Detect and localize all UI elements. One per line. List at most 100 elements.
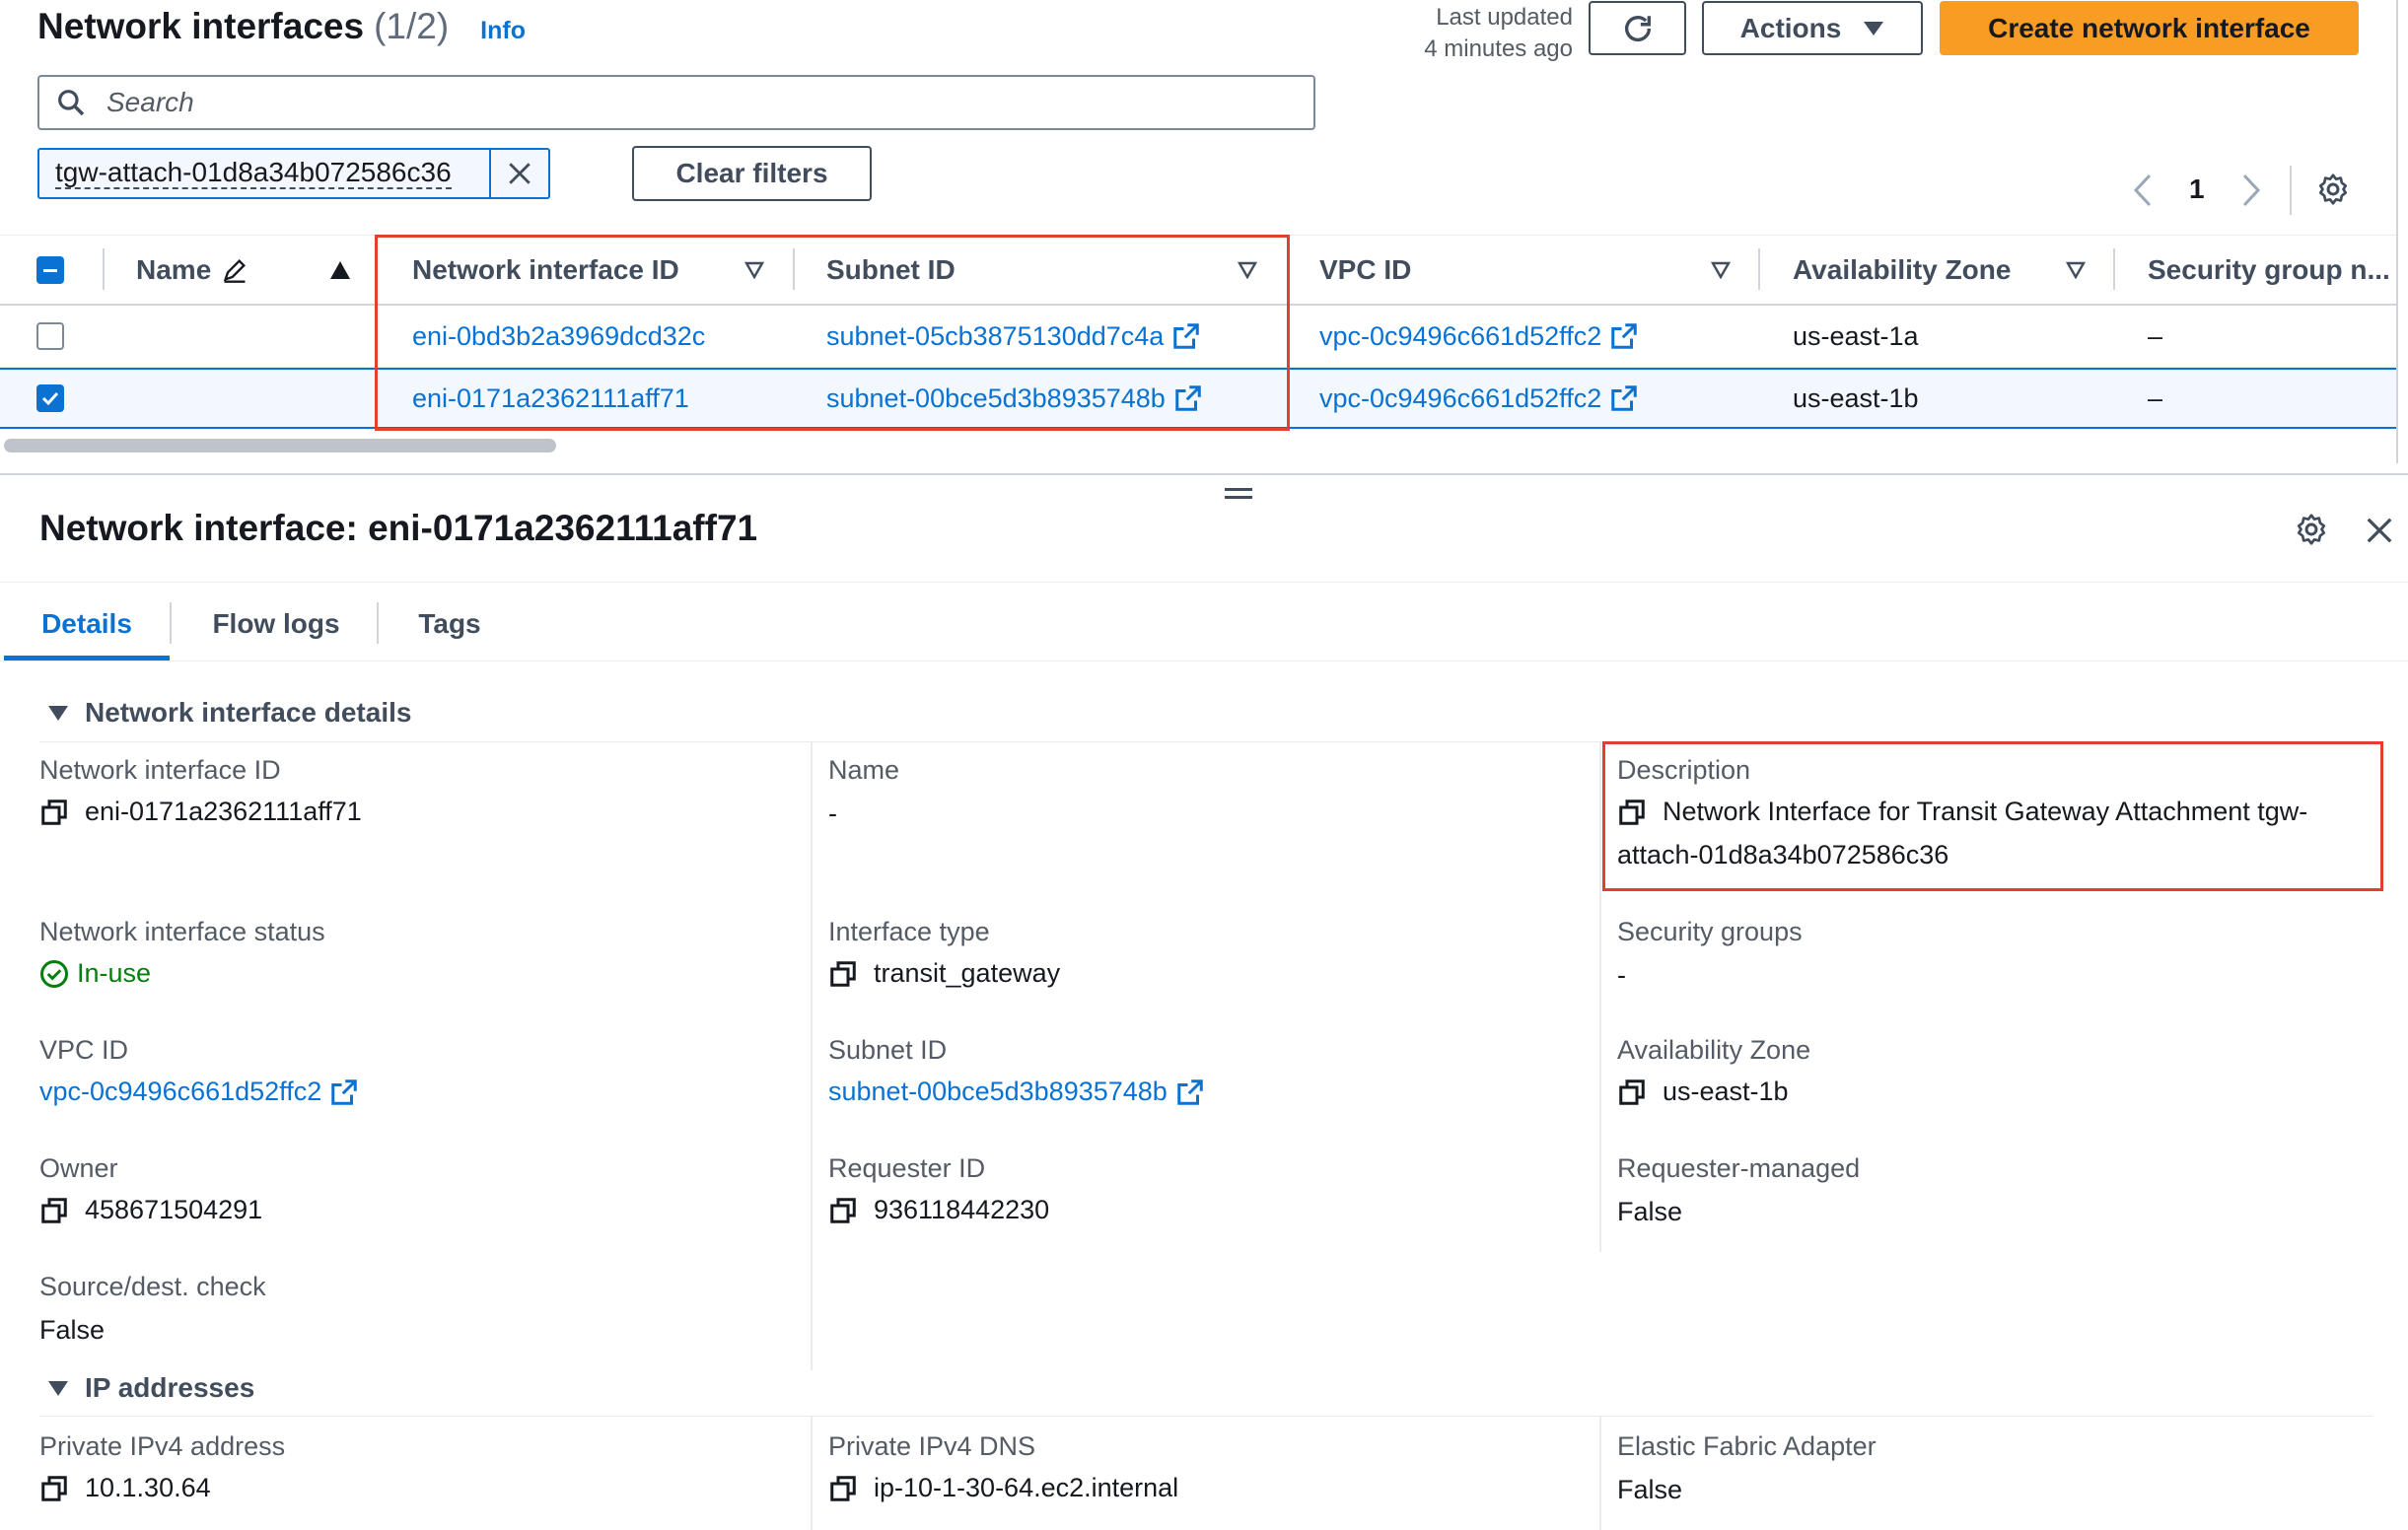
success-icon xyxy=(40,959,68,988)
security-group-cell: – xyxy=(2148,382,2163,413)
copy-icon[interactable] xyxy=(1617,1078,1647,1107)
column-divider xyxy=(811,1416,813,1530)
copy-icon[interactable] xyxy=(39,1196,69,1225)
clear-filters-button[interactable]: Clear filters xyxy=(632,146,872,201)
owner-value: 458671504291 xyxy=(39,1195,262,1225)
copy-icon[interactable] xyxy=(39,1474,69,1503)
ipv4-value: 10.1.30.64 xyxy=(39,1473,211,1503)
row-checkbox[interactable] xyxy=(36,384,64,412)
column-header-name[interactable]: Name xyxy=(136,235,248,306)
external-link-icon xyxy=(1611,385,1637,411)
caret-down-icon xyxy=(48,706,68,721)
caret-down-icon xyxy=(48,1381,68,1396)
search-placeholder: Search xyxy=(106,87,194,117)
tab-tags[interactable]: Tags xyxy=(394,591,505,657)
srcdest-label: Source/dest. check xyxy=(39,1272,266,1301)
sort-icon[interactable] xyxy=(2066,261,2086,279)
vpc-link[interactable]: vpc-0c9496c661d52ffc2 xyxy=(1319,368,1639,429)
create-network-interface-button[interactable]: Create network interface xyxy=(1940,1,2359,55)
column-divider xyxy=(811,741,813,1370)
edit-icon xyxy=(224,259,247,283)
highlight-box xyxy=(375,235,1290,431)
eni-label: Network interface ID xyxy=(39,755,281,785)
status-value: In-use xyxy=(39,958,151,989)
filter-token-label: tgw-attach-01d8a34b072586c36 xyxy=(55,157,452,189)
close-icon xyxy=(509,163,531,184)
panel-settings-icon[interactable] xyxy=(2294,512,2329,547)
vertical-scroll-track xyxy=(2396,0,2398,463)
vpc-link[interactable]: vpc-0c9496c661d52ffc2 xyxy=(1319,306,1639,367)
efa-label: Elastic Fabric Adapter xyxy=(1617,1431,1877,1461)
column-header-security-group[interactable]: Security group n... xyxy=(2148,235,2390,306)
tabs-top-border xyxy=(0,582,2408,583)
external-link-icon xyxy=(1611,323,1637,349)
refresh-button[interactable] xyxy=(1589,1,1686,55)
dns-value: ip-10-1-30-64.ec2.internal xyxy=(828,1473,1178,1503)
az-value: us-east-1b xyxy=(1617,1077,1789,1107)
vpc-link[interactable]: vpc-0c9496c661d52ffc2 xyxy=(39,1077,359,1107)
col-separator xyxy=(2113,248,2115,290)
filter-token: tgw-attach-01d8a34b072586c36 xyxy=(37,148,550,199)
tab-flow-logs[interactable]: Flow logs xyxy=(187,591,365,657)
requester-managed-value: False xyxy=(1617,1197,1683,1226)
page-title: Network interfaces xyxy=(37,6,365,46)
select-all-checkbox[interactable] xyxy=(36,256,64,284)
tab-separator xyxy=(377,602,379,644)
column-header-vpc[interactable]: VPC ID xyxy=(1319,235,1411,306)
subnet-label: Subnet ID xyxy=(828,1035,948,1065)
section-header-details[interactable]: Network interface details xyxy=(47,697,411,729)
copy-icon[interactable] xyxy=(828,1474,858,1503)
ipv4-label: Private IPv4 address xyxy=(39,1431,286,1461)
eni-value: eni-0171a2362111aff71 xyxy=(39,797,362,827)
last-updated: Last updated 4 minutes ago xyxy=(1424,4,1573,62)
remove-filter-button[interactable] xyxy=(489,150,548,197)
security-groups-value: - xyxy=(1617,960,1626,990)
pagination-divider xyxy=(2290,166,2292,215)
name-value: - xyxy=(828,799,837,828)
page-number[interactable]: 1 xyxy=(2189,174,2205,205)
sort-ascending-icon[interactable] xyxy=(329,260,351,280)
resize-handle[interactable] xyxy=(1225,488,1252,502)
table-settings-icon[interactable] xyxy=(2315,172,2351,207)
search-input[interactable]: Search xyxy=(37,75,1315,130)
copy-icon[interactable] xyxy=(828,959,858,989)
external-link-icon xyxy=(331,1078,357,1105)
close-panel-icon[interactable] xyxy=(2365,516,2394,545)
tab-separator xyxy=(170,602,172,644)
requester-label: Requester ID xyxy=(828,1153,986,1183)
next-page-icon[interactable] xyxy=(2238,173,2264,208)
external-link-icon xyxy=(1177,1078,1203,1105)
column-header-az[interactable]: Availability Zone xyxy=(1793,235,2011,306)
sort-icon[interactable] xyxy=(1711,261,1731,279)
srcdest-value: False xyxy=(39,1315,106,1345)
info-link[interactable]: Info xyxy=(480,17,526,45)
split-panel-border xyxy=(0,473,2408,475)
page-header: Network interfaces (1/2) Info xyxy=(37,6,526,53)
actions-button[interactable]: Actions xyxy=(1702,1,1923,55)
dns-label: Private IPv4 DNS xyxy=(828,1431,1036,1461)
tab-details[interactable]: Details xyxy=(4,591,170,661)
requester-managed-label: Requester-managed xyxy=(1617,1153,1861,1183)
type-label: Interface type xyxy=(828,917,990,946)
vpc-label: VPC ID xyxy=(39,1035,129,1065)
az-cell: us-east-1a xyxy=(1793,320,1919,351)
caret-down-icon xyxy=(1864,21,1884,35)
checkmark-icon xyxy=(41,391,59,406)
az-label: Availability Zone xyxy=(1617,1035,1811,1065)
section-header-ip[interactable]: IP addresses xyxy=(47,1372,254,1404)
horizontal-scrollbar[interactable] xyxy=(4,439,556,452)
detail-title: Network interface: eni-0171a2362111aff71 xyxy=(39,508,758,548)
search-icon xyxy=(58,90,85,116)
subnet-link[interactable]: subnet-00bce5d3b8935748b xyxy=(828,1077,1205,1107)
name-label: Name xyxy=(828,755,900,785)
highlight-box xyxy=(1602,741,2383,891)
type-value: transit_gateway xyxy=(828,958,1060,989)
column-divider xyxy=(1599,1416,1601,1530)
copy-icon[interactable] xyxy=(39,798,69,827)
previous-page-icon[interactable] xyxy=(2130,173,2156,208)
row-checkbox[interactable] xyxy=(36,322,64,350)
efa-value: False xyxy=(1617,1475,1683,1504)
az-cell: us-east-1b xyxy=(1793,382,1919,413)
security-groups-label: Security groups xyxy=(1617,917,1803,946)
copy-icon[interactable] xyxy=(828,1196,858,1225)
